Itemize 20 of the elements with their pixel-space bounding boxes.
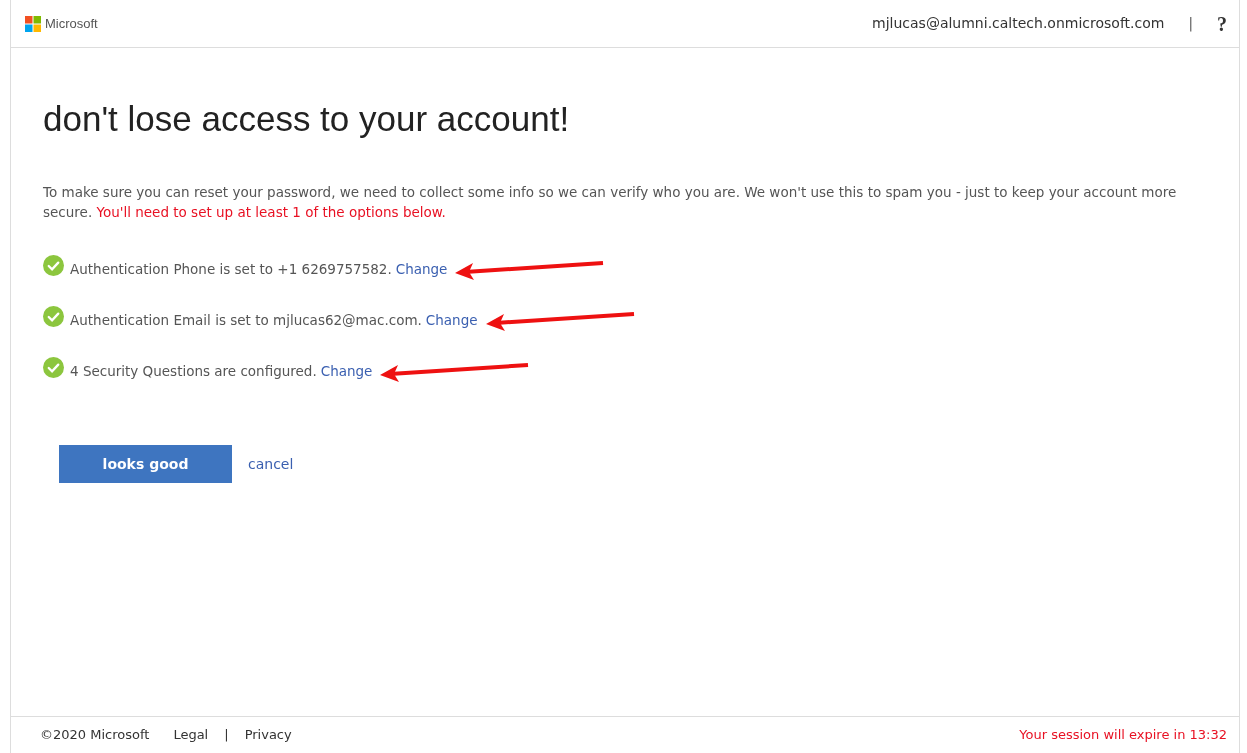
page-title: don't lose access to your account! xyxy=(43,98,571,140)
brand-name: Microsoft xyxy=(45,14,98,33)
separator: | xyxy=(224,726,229,745)
status-text: Authentication Phone is set to +1 6269757582. xyxy=(70,260,392,280)
account-email[interactable]: mjlucas@alumni.caltech.onmicrosoft.com xyxy=(872,13,1165,34)
privacy-link[interactable]: Privacy xyxy=(244,725,292,745)
change-link[interactable]: Change xyxy=(320,361,373,382)
help-button[interactable]: ? xyxy=(1217,8,1227,39)
change-link[interactable]: Change xyxy=(395,259,448,280)
status-text: Authentication Email is set to mjlucas62@mac.com. xyxy=(70,311,422,331)
session-timer: Your session will expire in 13:32 xyxy=(1019,726,1227,745)
copyright-text: ©2020 Microsoft xyxy=(40,726,150,745)
cancel-link[interactable]: cancel xyxy=(248,453,294,475)
status-text: 4 Security Questions are configured. xyxy=(70,362,317,382)
change-link[interactable]: Change xyxy=(425,310,478,331)
separator: | xyxy=(1188,14,1193,34)
microsoft-logo-icon xyxy=(25,15,41,32)
looks-good-button[interactable]: looks good xyxy=(59,445,232,483)
intro-text: To make sure you can reset your password, we need to collect some info so we can verify who you are. We won't use this to spam you - just to keep your account more secure. You'll need to set up at least 1 of the options below. xyxy=(43,183,1178,222)
legal-link[interactable]: Legal xyxy=(173,725,209,745)
